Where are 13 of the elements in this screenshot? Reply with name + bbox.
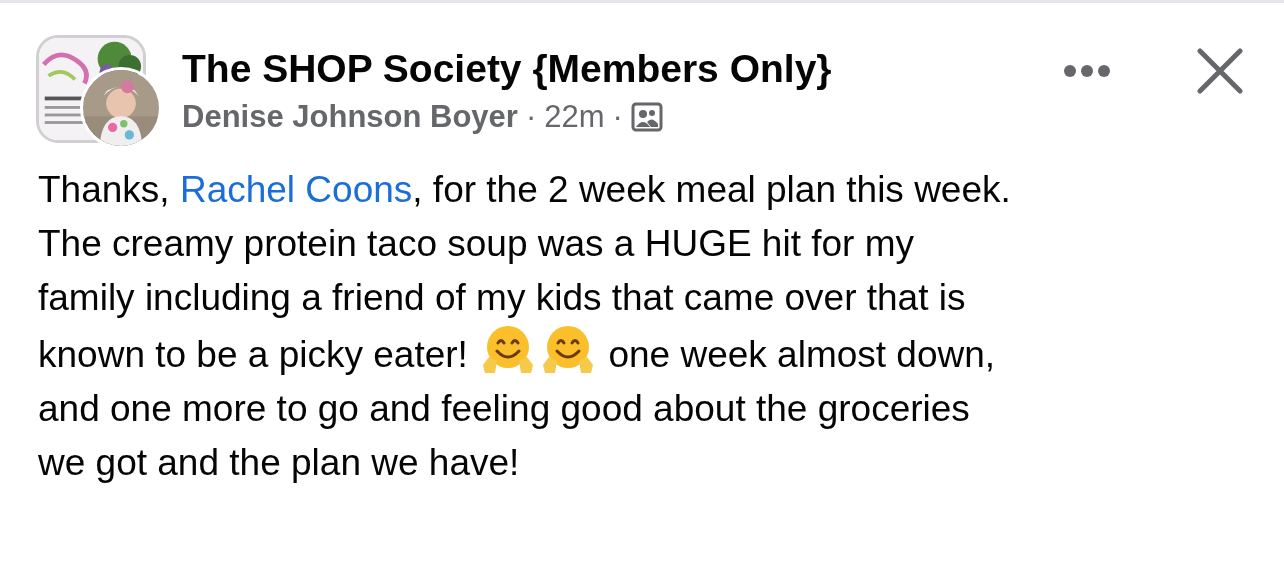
more-icon xyxy=(1063,64,1111,78)
close-button[interactable] xyxy=(1196,47,1244,95)
separator: · xyxy=(525,98,537,136)
hugging-face-icon xyxy=(481,325,536,375)
group-name[interactable]: The SHOP Society {Members Only} xyxy=(182,45,1062,93)
post-time[interactable]: 22m xyxy=(544,97,605,137)
author-name[interactable]: Denise Johnson Boyer xyxy=(182,97,518,137)
separator: · xyxy=(612,98,623,136)
close-icon xyxy=(1197,48,1243,94)
post-text: Thanks, Rachel Coons, for the 2 week meal plan this week. The creamy protein taco soup was a HUGE hit for my family including a friend of my kids that came over that is known to be a picky eater! one week almost down, and one more to go and feeling good about the groceries we got and the plan we have! xyxy=(37,168,1012,485)
mention-link[interactable]: Rachel Coons xyxy=(179,169,413,210)
hugging-face-icon xyxy=(541,325,596,375)
members-icon xyxy=(630,102,663,132)
